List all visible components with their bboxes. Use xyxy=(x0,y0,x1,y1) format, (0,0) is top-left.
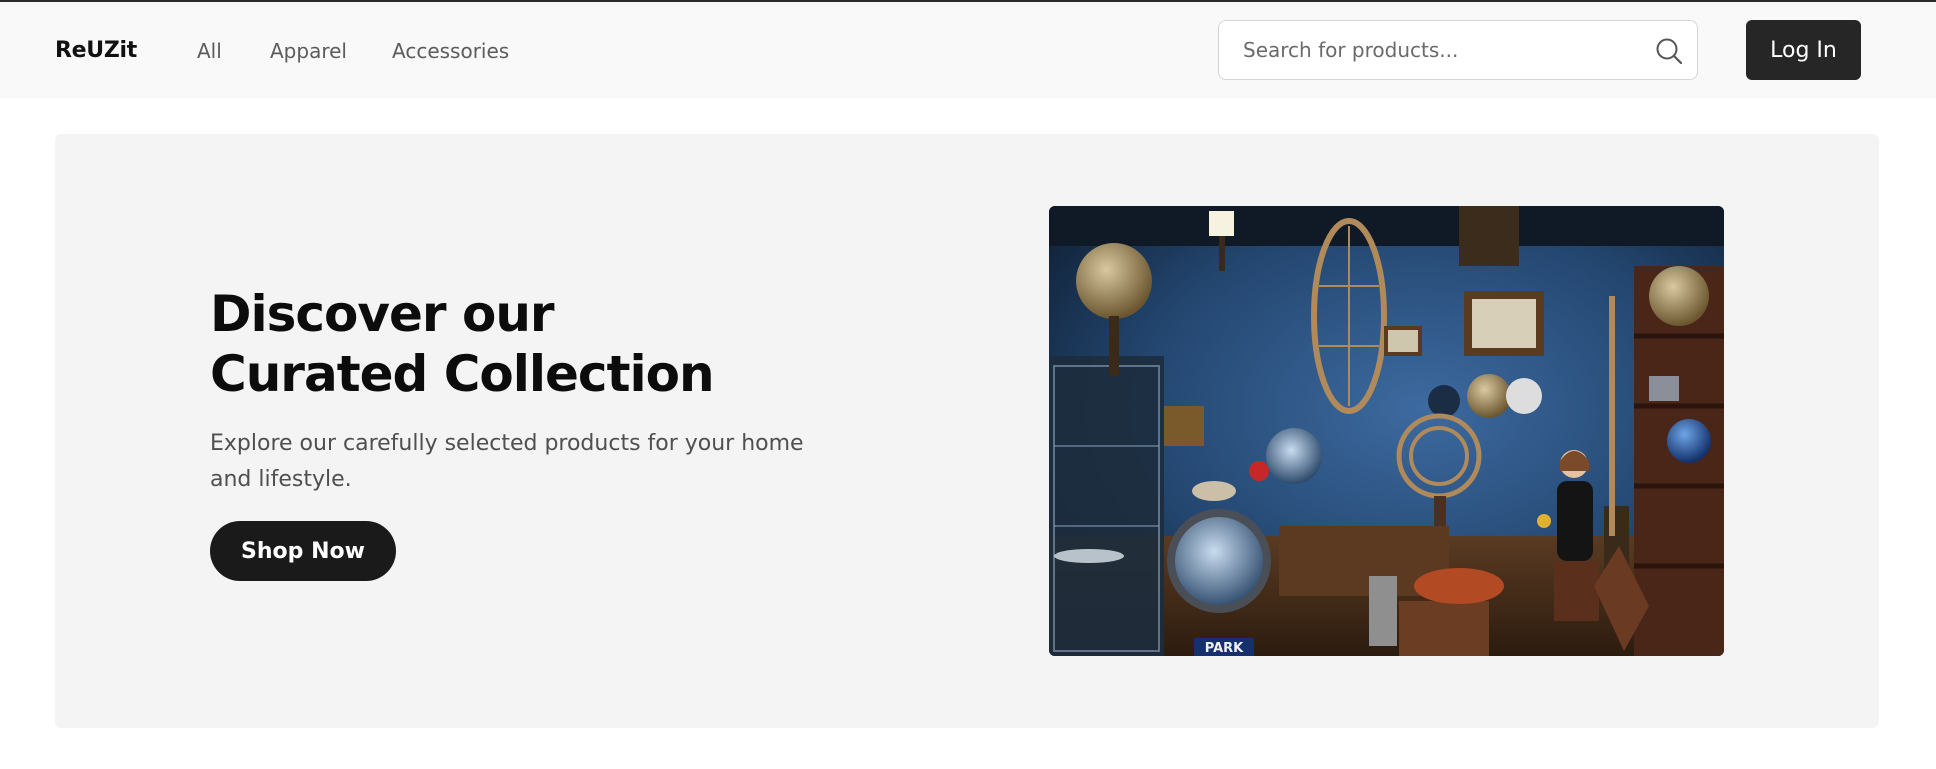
search-icon[interactable] xyxy=(1654,36,1684,66)
hero-title-line-1: Discover our xyxy=(210,285,555,343)
image-sign-text: PARK xyxy=(1205,641,1244,656)
shop-now-button[interactable]: Shop Now xyxy=(210,521,396,581)
hero-image: PARK xyxy=(1049,206,1724,656)
hero-subtitle: Explore our carefully selected products … xyxy=(210,431,804,492)
hero-title: Discover our Curated Collection xyxy=(210,284,715,404)
navbar: ReUZit All Apparel Accessories Log In xyxy=(0,2,1936,98)
login-button[interactable]: Log In xyxy=(1746,20,1861,80)
search-box xyxy=(1218,20,1698,80)
hero-banner: Discover our Curated Collection Explore … xyxy=(55,134,1879,728)
antique-shop-illustration: PARK xyxy=(1049,206,1724,656)
brand-logo[interactable]: ReUZit xyxy=(55,38,137,63)
nav-link-accessories[interactable]: Accessories xyxy=(392,39,509,63)
search-input[interactable] xyxy=(1243,21,1623,79)
nav-link-apparel[interactable]: Apparel xyxy=(270,39,347,63)
hero-title-line-2: Curated Collection xyxy=(210,345,715,403)
nav-link-all[interactable]: All xyxy=(197,39,222,63)
